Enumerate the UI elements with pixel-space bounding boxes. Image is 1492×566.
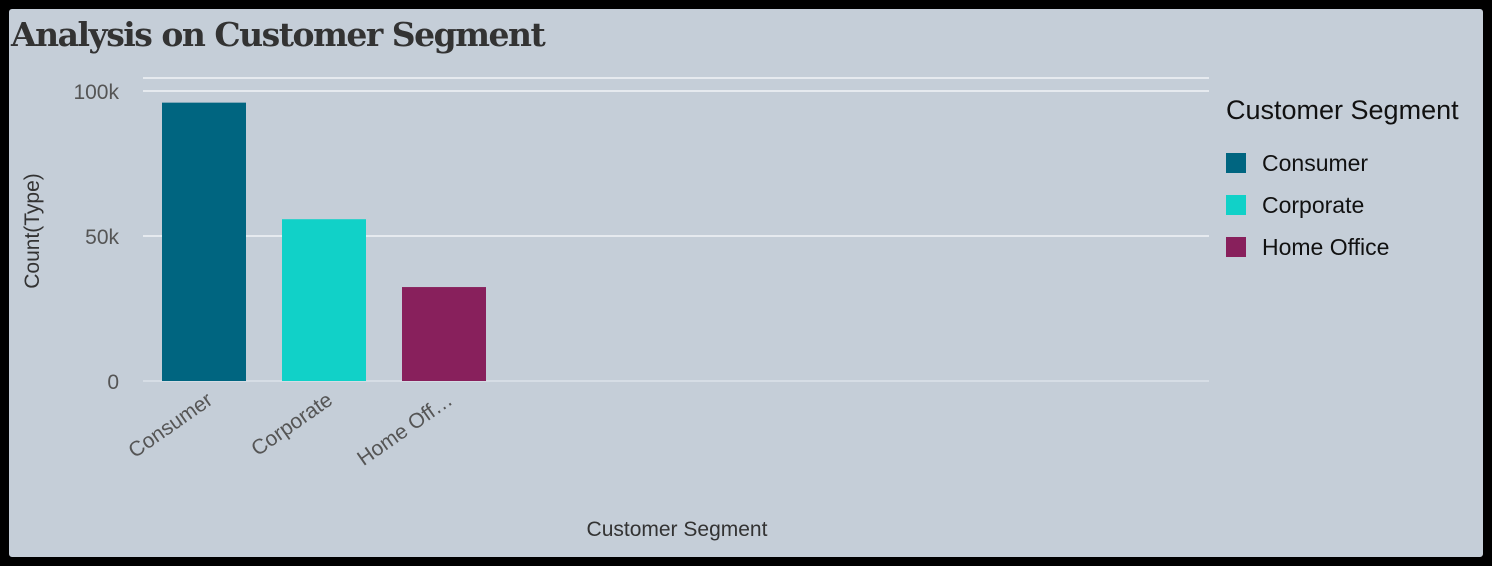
- y-axis-label: Count(Type): [21, 173, 44, 289]
- y-tick-label: 100k: [73, 81, 119, 104]
- legend-item-consumer[interactable]: Consumer: [1226, 142, 1459, 184]
- bar-consumer[interactable]: [162, 102, 246, 381]
- y-tick-label: 50k: [85, 226, 119, 249]
- legend-title: Customer Segment: [1226, 95, 1459, 125]
- legend-item-corporate[interactable]: Corporate: [1226, 184, 1459, 226]
- y-tick-label: 0: [107, 371, 119, 394]
- legend-swatch: [1226, 153, 1246, 173]
- x-tick-label: Consumer: [124, 388, 217, 462]
- x-tick-label: Home Off…: [353, 388, 457, 470]
- bar-home-office[interactable]: [402, 287, 486, 381]
- bar-corporate[interactable]: [282, 219, 366, 381]
- y-axis-ticks: 0 50k 100k: [73, 81, 119, 394]
- x-axis-ticks: Consumer Corporate Home Off…: [124, 388, 457, 470]
- legend-label: Corporate: [1262, 191, 1365, 218]
- legend: Customer Segment Consumer Corporate Home O…: [1226, 95, 1459, 268]
- x-tick-label: Corporate: [247, 388, 337, 460]
- legend-swatch: [1226, 237, 1246, 257]
- legend-item-home-office[interactable]: Home Office: [1226, 226, 1459, 268]
- x-axis-label: Customer Segment: [587, 518, 768, 541]
- legend-items: Consumer Corporate Home Office: [1226, 142, 1459, 268]
- bar-chart: 0 50k 100k Consumer Corporate Home Off… Coun…: [21, 77, 1209, 541]
- legend-swatch: [1226, 195, 1246, 215]
- legend-label: Consumer: [1262, 149, 1369, 176]
- bars: [162, 102, 486, 381]
- legend-label: Home Office: [1262, 233, 1390, 260]
- chart-frame: Analysis on Customer Segment 0 50k 100k Co…: [0, 0, 1492, 566]
